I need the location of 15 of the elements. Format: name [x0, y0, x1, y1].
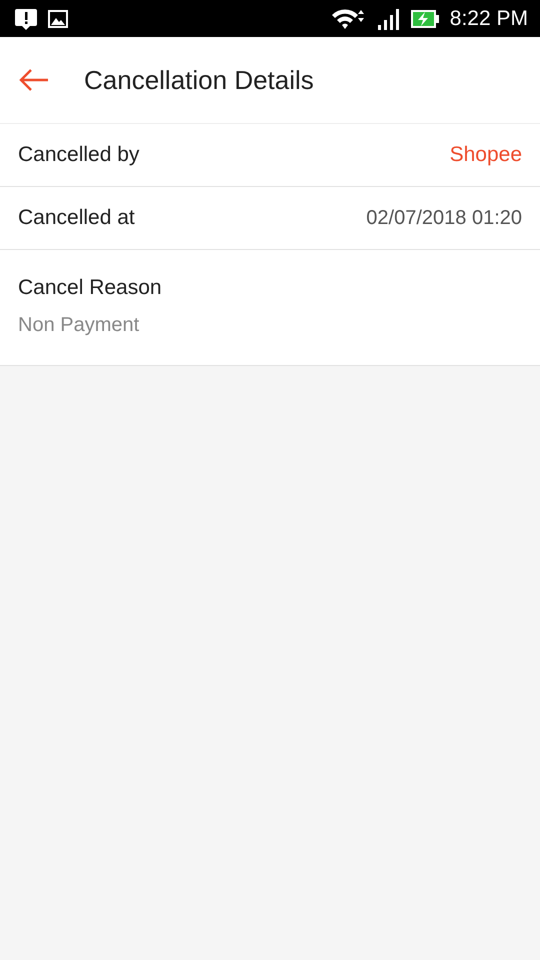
battery-charging-icon	[410, 8, 440, 28]
back-button[interactable]	[18, 68, 50, 92]
image-icon	[48, 10, 68, 28]
signal-icon	[376, 8, 400, 30]
reason-value: Non Payment	[18, 314, 140, 337]
page-title: Cancellation Details	[84, 64, 314, 96]
wifi-icon	[330, 6, 366, 30]
back-arrow-icon	[18, 68, 50, 92]
row-value: 02/07/2018 01:20	[366, 206, 522, 230]
reason-label: Cancel Reason	[18, 276, 163, 300]
row-label: Cancelled at	[18, 206, 135, 230]
row-value[interactable]: Shopee	[450, 143, 522, 167]
row-label: Cancelled by	[18, 143, 140, 167]
alert-icon	[14, 8, 38, 30]
status-time: 8:22 PM	[450, 6, 528, 30]
